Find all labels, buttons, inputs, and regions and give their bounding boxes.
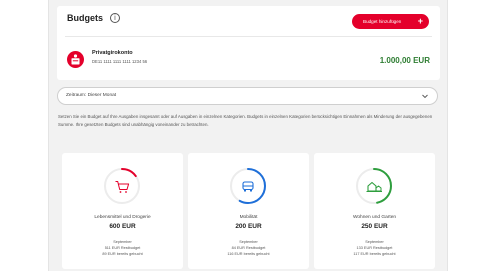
budget-amount: 600 EUR bbox=[109, 223, 136, 230]
house-icon bbox=[366, 181, 382, 192]
divider bbox=[65, 36, 432, 37]
account-balance: 1.000,00 EUR bbox=[379, 56, 430, 65]
sparkasse-logo-icon bbox=[67, 51, 84, 68]
budget-amount: 200 EUR bbox=[235, 223, 262, 230]
budget-month: September bbox=[113, 240, 132, 244]
budget-header-card: Budgets i Budget hinzufügen + Privatgiro… bbox=[57, 6, 440, 80]
budget-month: September bbox=[365, 240, 384, 244]
budget-category: Mobilität bbox=[239, 215, 258, 220]
plus-icon: + bbox=[417, 16, 423, 26]
budget-spent: 117 EUR bereits gebucht bbox=[353, 252, 396, 256]
chevron-down-icon bbox=[422, 94, 428, 99]
car-icon bbox=[242, 181, 254, 192]
account-iban: DE11 1111 1111 1111 1234 56 bbox=[92, 59, 148, 64]
budget-spent: 89 EUR bereits gebucht bbox=[102, 252, 143, 256]
budget-category: Lebensmittel und Drogerie bbox=[94, 215, 151, 220]
budget-category: Wohnen und Garten bbox=[352, 215, 397, 220]
budget-spent: 116 EUR bereits gebucht bbox=[227, 252, 270, 256]
budget-description: Setzen Sie ein Budget auf Ihre Ausgaben … bbox=[58, 114, 433, 127]
page-title: Budgets bbox=[67, 13, 103, 23]
add-budget-label: Budget hinzufügen bbox=[363, 19, 402, 24]
add-budget-button[interactable]: Budget hinzufügen + bbox=[352, 14, 429, 29]
budget-card[interactable]: Wohnen und Garten 250 EUR September 133 … bbox=[314, 153, 435, 269]
cart-icon bbox=[115, 181, 130, 193]
budget-card[interactable]: Lebensmittel und Drogerie 600 EUR Septem… bbox=[62, 153, 183, 269]
budget-remaining: 133 EUR Restbudget bbox=[356, 246, 393, 250]
progress-ring bbox=[104, 168, 140, 204]
budget-month: September bbox=[239, 240, 258, 244]
progress-ring bbox=[356, 168, 392, 204]
budget-remaining: 511 EUR Restbudget bbox=[104, 246, 141, 250]
period-select[interactable]: Zeitraum: Dieser Monat bbox=[57, 87, 438, 105]
budget-card[interactable]: Mobilität 200 EUR September 84 EUR Restb… bbox=[188, 153, 309, 269]
budget-remaining: 84 EUR Restbudget bbox=[231, 246, 266, 250]
progress-ring bbox=[230, 168, 266, 204]
info-icon[interactable]: i bbox=[110, 13, 120, 23]
account-name: Privatgirokonto bbox=[92, 50, 133, 56]
period-select-value: Zeitraum: Dieser Monat bbox=[66, 93, 117, 98]
budget-amount: 250 EUR bbox=[361, 223, 388, 230]
